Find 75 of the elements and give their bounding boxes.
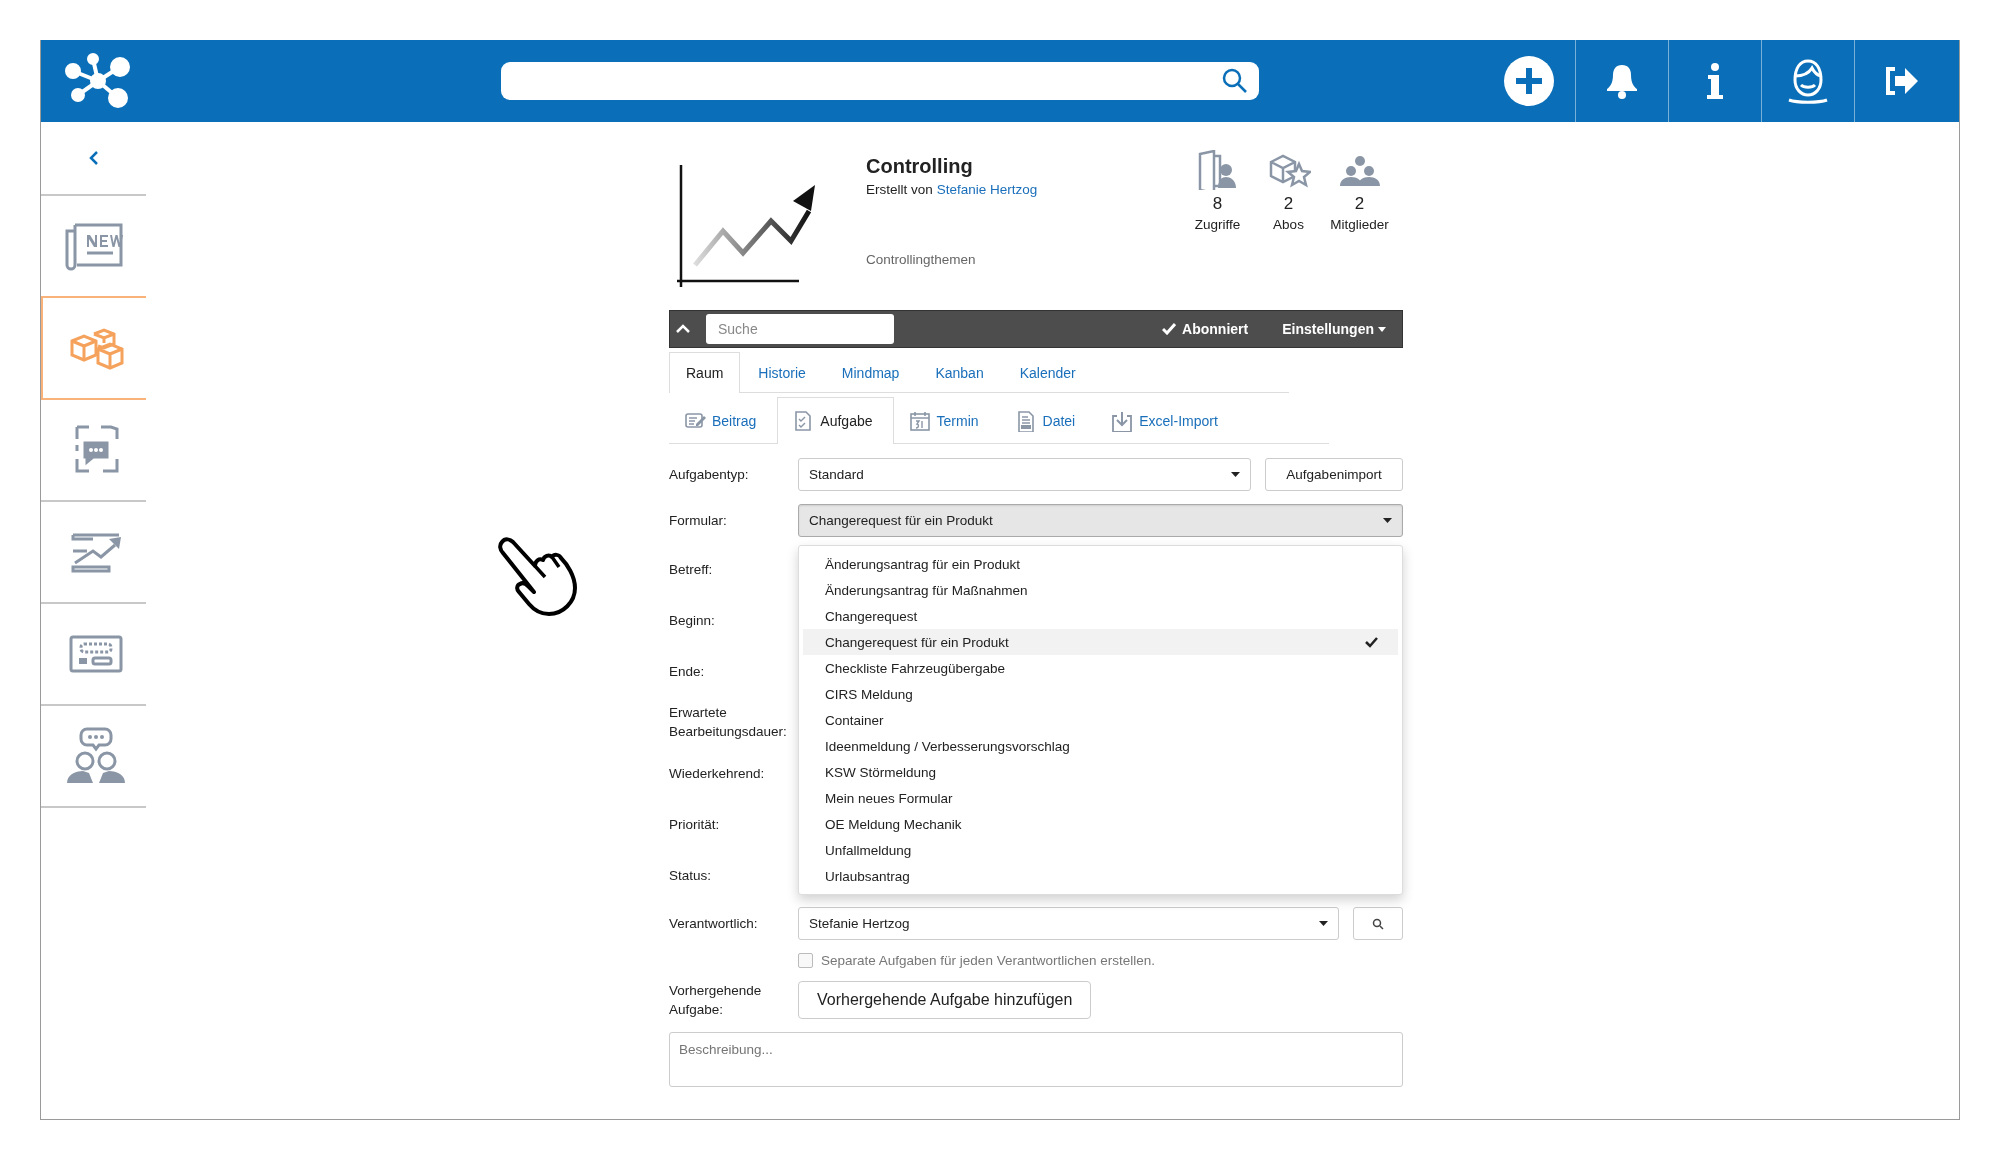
checkmark-icon <box>1365 636 1378 648</box>
dropdown-option[interactable]: Änderungsantrag für Maßnahmen <box>803 577 1398 603</box>
dropdown-option[interactable]: Changerequest <box>803 603 1398 629</box>
import-button[interactable]: Aufgabenimport <box>1265 458 1403 491</box>
dropdown-option[interactable]: CIRS Meldung <box>803 681 1398 707</box>
select-field[interactable]: Standard <box>798 458 1251 491</box>
stat-label: Mitglieder <box>1330 217 1389 232</box>
dropdown-option[interactable]: Checkliste Fahrzeugübergabe <box>803 655 1398 681</box>
creator-link[interactable]: Stefanie Hertzog <box>936 182 1038 197</box>
create-tab[interactable]: Termin <box>893 397 1000 444</box>
select-field[interactable]: Changerequest für ein Produkt <box>798 504 1403 537</box>
checkbox-label: Separate Aufgaben für jeden Verantwortlichen erstellen. <box>821 953 1155 968</box>
field-label: Aufgabentyp: <box>669 466 750 484</box>
room-description: Controllingthemen <box>866 252 977 267</box>
create-tab[interactable]: Datei <box>999 397 1097 444</box>
stat-value: 8 <box>1212 194 1223 214</box>
field-label: Erwartete Bearbeitungsdauer: <box>669 704 788 741</box>
settings-menu[interactable]: Einstellungen <box>1282 321 1386 337</box>
field-label: Verantwortlich: <box>669 915 759 933</box>
person-headset-icon[interactable] <box>1786 58 1830 104</box>
stat-label: Abos <box>1273 217 1304 232</box>
bell-icon[interactable] <box>1606 63 1638 99</box>
stat-label: Zugriffe <box>1194 217 1241 232</box>
created-by-label: Erstellt von <box>866 182 933 197</box>
search-button[interactable] <box>1353 907 1403 940</box>
create-tab[interactable]: Beitrag <box>669 397 778 444</box>
dropdown-option[interactable]: Änderungsantrag für ein Produkt <box>803 551 1398 577</box>
dropdown-option[interactable]: Urlaubsantrag <box>803 863 1398 889</box>
tab[interactable]: Kanban <box>917 352 1002 393</box>
description-field[interactable]: Beschreibung... <box>669 1032 1403 1087</box>
field-label: Priorität: <box>669 815 721 834</box>
search-icon[interactable] <box>1221 67 1249 95</box>
create-tab[interactable]: Aufgabe <box>777 397 894 444</box>
search-field[interactable]: Suche <box>706 314 894 344</box>
dropdown-option[interactable]: Changerequest für ein Produkt <box>803 629 1398 655</box>
field-label: Vorhergehende Aufgabe: <box>669 982 763 1019</box>
search-field[interactable] <box>501 62 1259 100</box>
chevron-up-icon[interactable] <box>676 324 690 334</box>
field-label: Beginn: <box>669 611 716 630</box>
dropdown-option[interactable]: OE Meldung Mechanik <box>803 811 1398 837</box>
field-label: Ende: <box>669 662 706 681</box>
network-logo-icon[interactable] <box>63 53 133 109</box>
logout-icon[interactable] <box>1883 65 1919 97</box>
caret-down-icon <box>1319 921 1328 926</box>
stat-value: 2 <box>1283 194 1294 214</box>
field-label: Formular: <box>669 512 728 530</box>
field-label: Wiederkehrend: <box>669 764 766 783</box>
field-label: Betreff: <box>669 560 714 579</box>
tab[interactable]: Raum <box>669 352 741 393</box>
checkmark-icon <box>1162 323 1177 335</box>
dropdown-option[interactable]: Mein neues Formular <box>803 785 1398 811</box>
tab[interactable]: Mindmap <box>823 352 918 393</box>
download-icon <box>1111 410 1134 432</box>
field-label: Status: <box>669 866 713 885</box>
tab[interactable]: Historie <box>740 352 824 393</box>
stat-value: 2 <box>1354 194 1365 214</box>
tab[interactable]: Kalender <box>1001 352 1094 393</box>
add-task-button[interactable]: Vorhergehende Aufgabe hinzufügen <box>798 981 1092 1019</box>
dropdown-option[interactable]: Ideenmeldung / Verbesserungsvorschlag <box>803 733 1398 759</box>
dropdown-option[interactable]: Container <box>803 707 1398 733</box>
caret-down-icon <box>1378 326 1386 332</box>
caret-down-icon <box>1383 518 1392 523</box>
select-field[interactable]: Stefanie Hertzog <box>798 907 1339 940</box>
caret-down-icon <box>1231 472 1240 477</box>
dropdown-option[interactable]: KSW Störmeldung <box>803 759 1398 785</box>
create-tab[interactable]: Excel-Import <box>1096 397 1239 444</box>
calendar-icon <box>908 410 931 432</box>
subscribe-toggle[interactable]: Abonniert <box>1162 321 1249 337</box>
checkbox[interactable] <box>798 953 813 968</box>
search-icon <box>1372 917 1384 930</box>
chevron-left-icon[interactable] <box>88 151 99 165</box>
info-icon[interactable] <box>1705 63 1725 99</box>
dropdown-option[interactable]: Unfallmeldung <box>803 837 1398 863</box>
room-title: Controlling <box>866 155 974 178</box>
plus-icon[interactable] <box>1503 55 1555 107</box>
